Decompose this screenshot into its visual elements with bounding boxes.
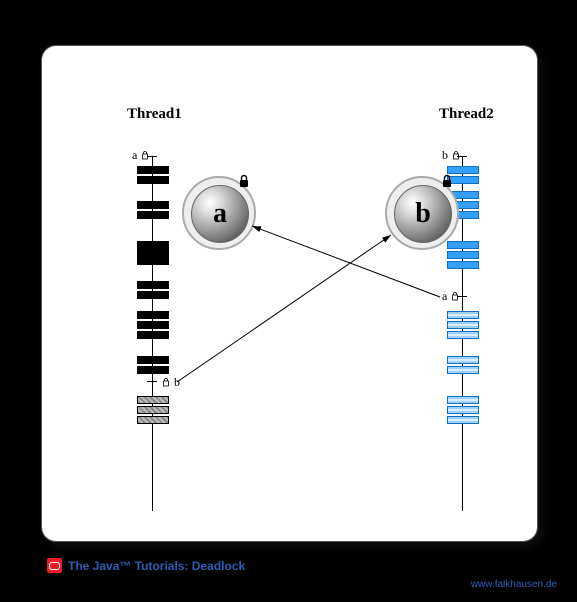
axis-label-left-mid: b	[161, 375, 180, 390]
lock-icon	[440, 174, 454, 188]
attribution-link[interactable]: www.falkhausen.de	[471, 579, 557, 590]
thread1-title: Thread1	[127, 106, 182, 123]
lock-sphere-a: a	[182, 176, 256, 250]
source-text: The Java™ Tutorials: Deadlock	[68, 559, 245, 573]
lock-icon	[237, 174, 251, 188]
oracle-icon	[47, 558, 62, 573]
thread1-timeline	[152, 156, 153, 511]
diagram-frame: Thread1 Thread2 a b b a	[42, 46, 537, 541]
thread2-title: Thread2	[439, 106, 494, 123]
thread2-timeline	[462, 156, 463, 511]
lock-sphere-b: b	[385, 176, 459, 250]
